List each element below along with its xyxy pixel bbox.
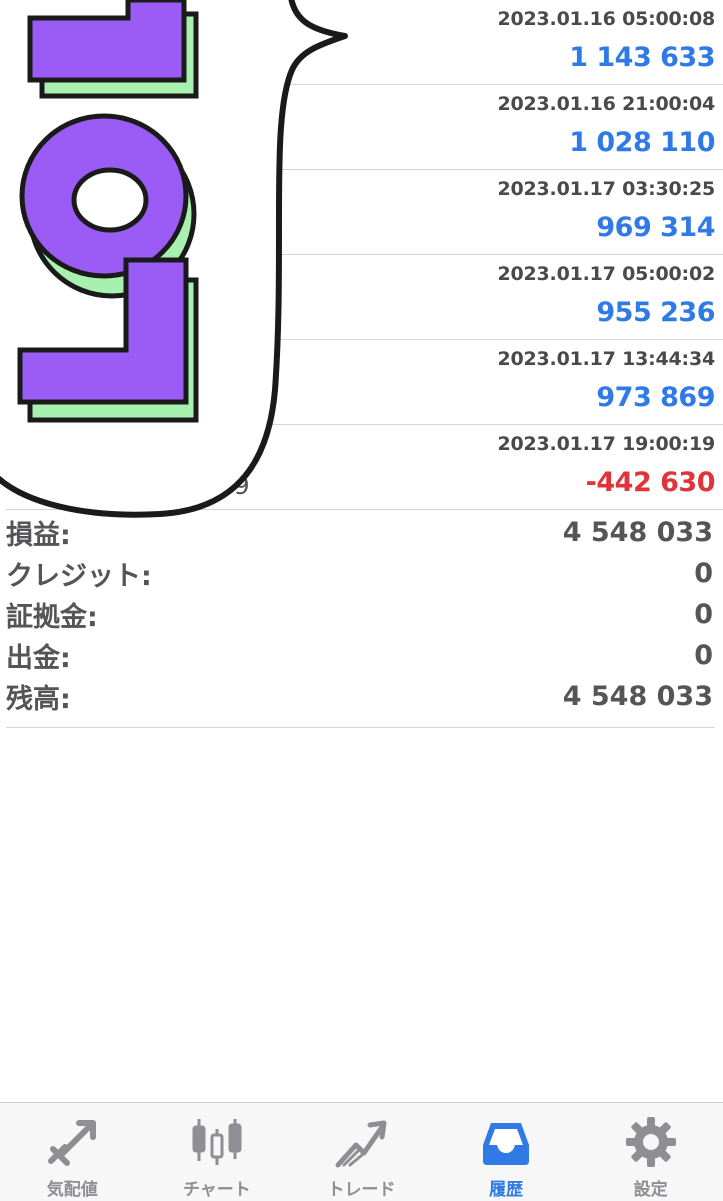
summary-balance-row: 残高: 4 548 033 [6, 676, 715, 717]
inbox-tray-icon [483, 1123, 530, 1165]
tab-settings-label: 設定 [633, 1180, 668, 1200]
summary-margin-value: 0 [694, 599, 713, 630]
lol-sticker [0, 0, 348, 518]
summary-withdrawal-row: 出金: 0 [6, 635, 715, 676]
trade-profit: -442 630 [585, 467, 716, 498]
trade-time: 2023.01.17 05:00:02 [497, 263, 715, 285]
summary-credit-row: クレジット: 0 [6, 553, 715, 594]
tab-chart[interactable]: チャート [145, 1103, 290, 1201]
trade-time: 2023.01.16 21:00:04 [497, 93, 715, 115]
tab-quotes-label: 気配値 [46, 1180, 98, 1200]
tab-bar: 気配値 チャート トレード 履歴 設定 [0, 1102, 723, 1201]
tab-trade-label: トレード [327, 1180, 396, 1200]
trade-profit: 955 236 [596, 297, 715, 328]
tab-quotes[interactable]: 気配値 [0, 1103, 145, 1201]
summary-withdrawal-value: 0 [694, 640, 713, 671]
tab-chart-label: チャート [182, 1180, 251, 1200]
summary-balance-label: 残高: [6, 684, 71, 715]
trade-time: 2023.01.17 13:44:34 [497, 348, 715, 370]
tab-history-label: 履歴 [489, 1180, 524, 1200]
trade-time: 2023.01.17 03:30:25 [497, 178, 715, 200]
candlestick-chart-icon [192, 1119, 242, 1165]
summary-withdrawal-label: 出金: [6, 643, 71, 674]
summary-margin-row: 証拠金: 0 [6, 594, 715, 635]
trade-profit: 1 143 633 [569, 42, 715, 73]
summary-profit-value: 4 548 033 [562, 517, 713, 548]
tab-history[interactable]: 履歴 [434, 1103, 579, 1201]
trade-trend-icon [335, 1120, 387, 1168]
gear-icon [625, 1117, 676, 1167]
lol-text [17, 0, 199, 423]
tab-settings[interactable]: 設定 [578, 1103, 723, 1201]
account-summary: 損益: 4 548 033 クレジット: 0 証拠金: 0 出金: 0 残高: … [6, 512, 715, 728]
trade-profit: 1 028 110 [569, 127, 715, 158]
quotes-arrows-icon [48, 1120, 97, 1166]
trade-time: 2023.01.16 05:00:08 [497, 8, 715, 30]
summary-margin-label: 証拠金: [6, 602, 98, 633]
summary-balance-value: 4 548 033 [562, 681, 713, 712]
summary-credit-value: 0 [694, 558, 713, 589]
trade-profit: 973 869 [596, 382, 715, 413]
summary-credit-label: クレジット: [6, 561, 152, 592]
trade-time: 2023.01.17 19:00:19 [497, 433, 715, 455]
tab-trade[interactable]: トレード [289, 1103, 434, 1201]
trade-profit: 969 314 [596, 212, 715, 243]
